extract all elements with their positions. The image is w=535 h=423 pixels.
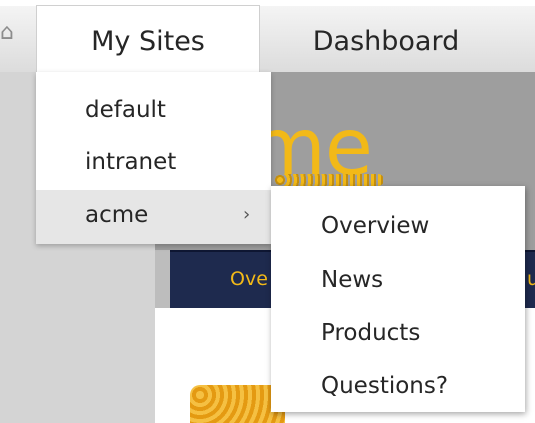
- my-sites-dropdown: default intranet acme ›: [36, 72, 271, 244]
- home-icon[interactable]: ⌂: [0, 22, 14, 46]
- submenu-item-overview[interactable]: Overview: [321, 206, 429, 246]
- logo-ornament: [274, 174, 384, 186]
- menu-item-acme[interactable]: acme ›: [36, 190, 271, 244]
- acme-submenu: Overview News Products Questions?: [271, 186, 525, 412]
- submenu-item-questions[interactable]: Questions?: [321, 366, 448, 406]
- site-nav-item-overview[interactable]: Ove: [230, 268, 268, 290]
- submenu-item-news[interactable]: News: [321, 260, 383, 300]
- menu-item-label: intranet: [85, 149, 177, 175]
- submenu-item-products[interactable]: Products: [321, 313, 420, 353]
- tab-dashboard[interactable]: Dashboard: [276, 6, 496, 72]
- menu-item-label: acme: [85, 202, 149, 228]
- site-nav-item-partial[interactable]: u: [527, 268, 535, 290]
- menu-item-label: default: [85, 97, 166, 123]
- menu-item-intranet[interactable]: intranet: [36, 137, 271, 187]
- tab-my-sites[interactable]: My Sites: [36, 6, 260, 72]
- chevron-right-icon: ›: [243, 204, 251, 225]
- menu-item-default[interactable]: default: [36, 85, 271, 135]
